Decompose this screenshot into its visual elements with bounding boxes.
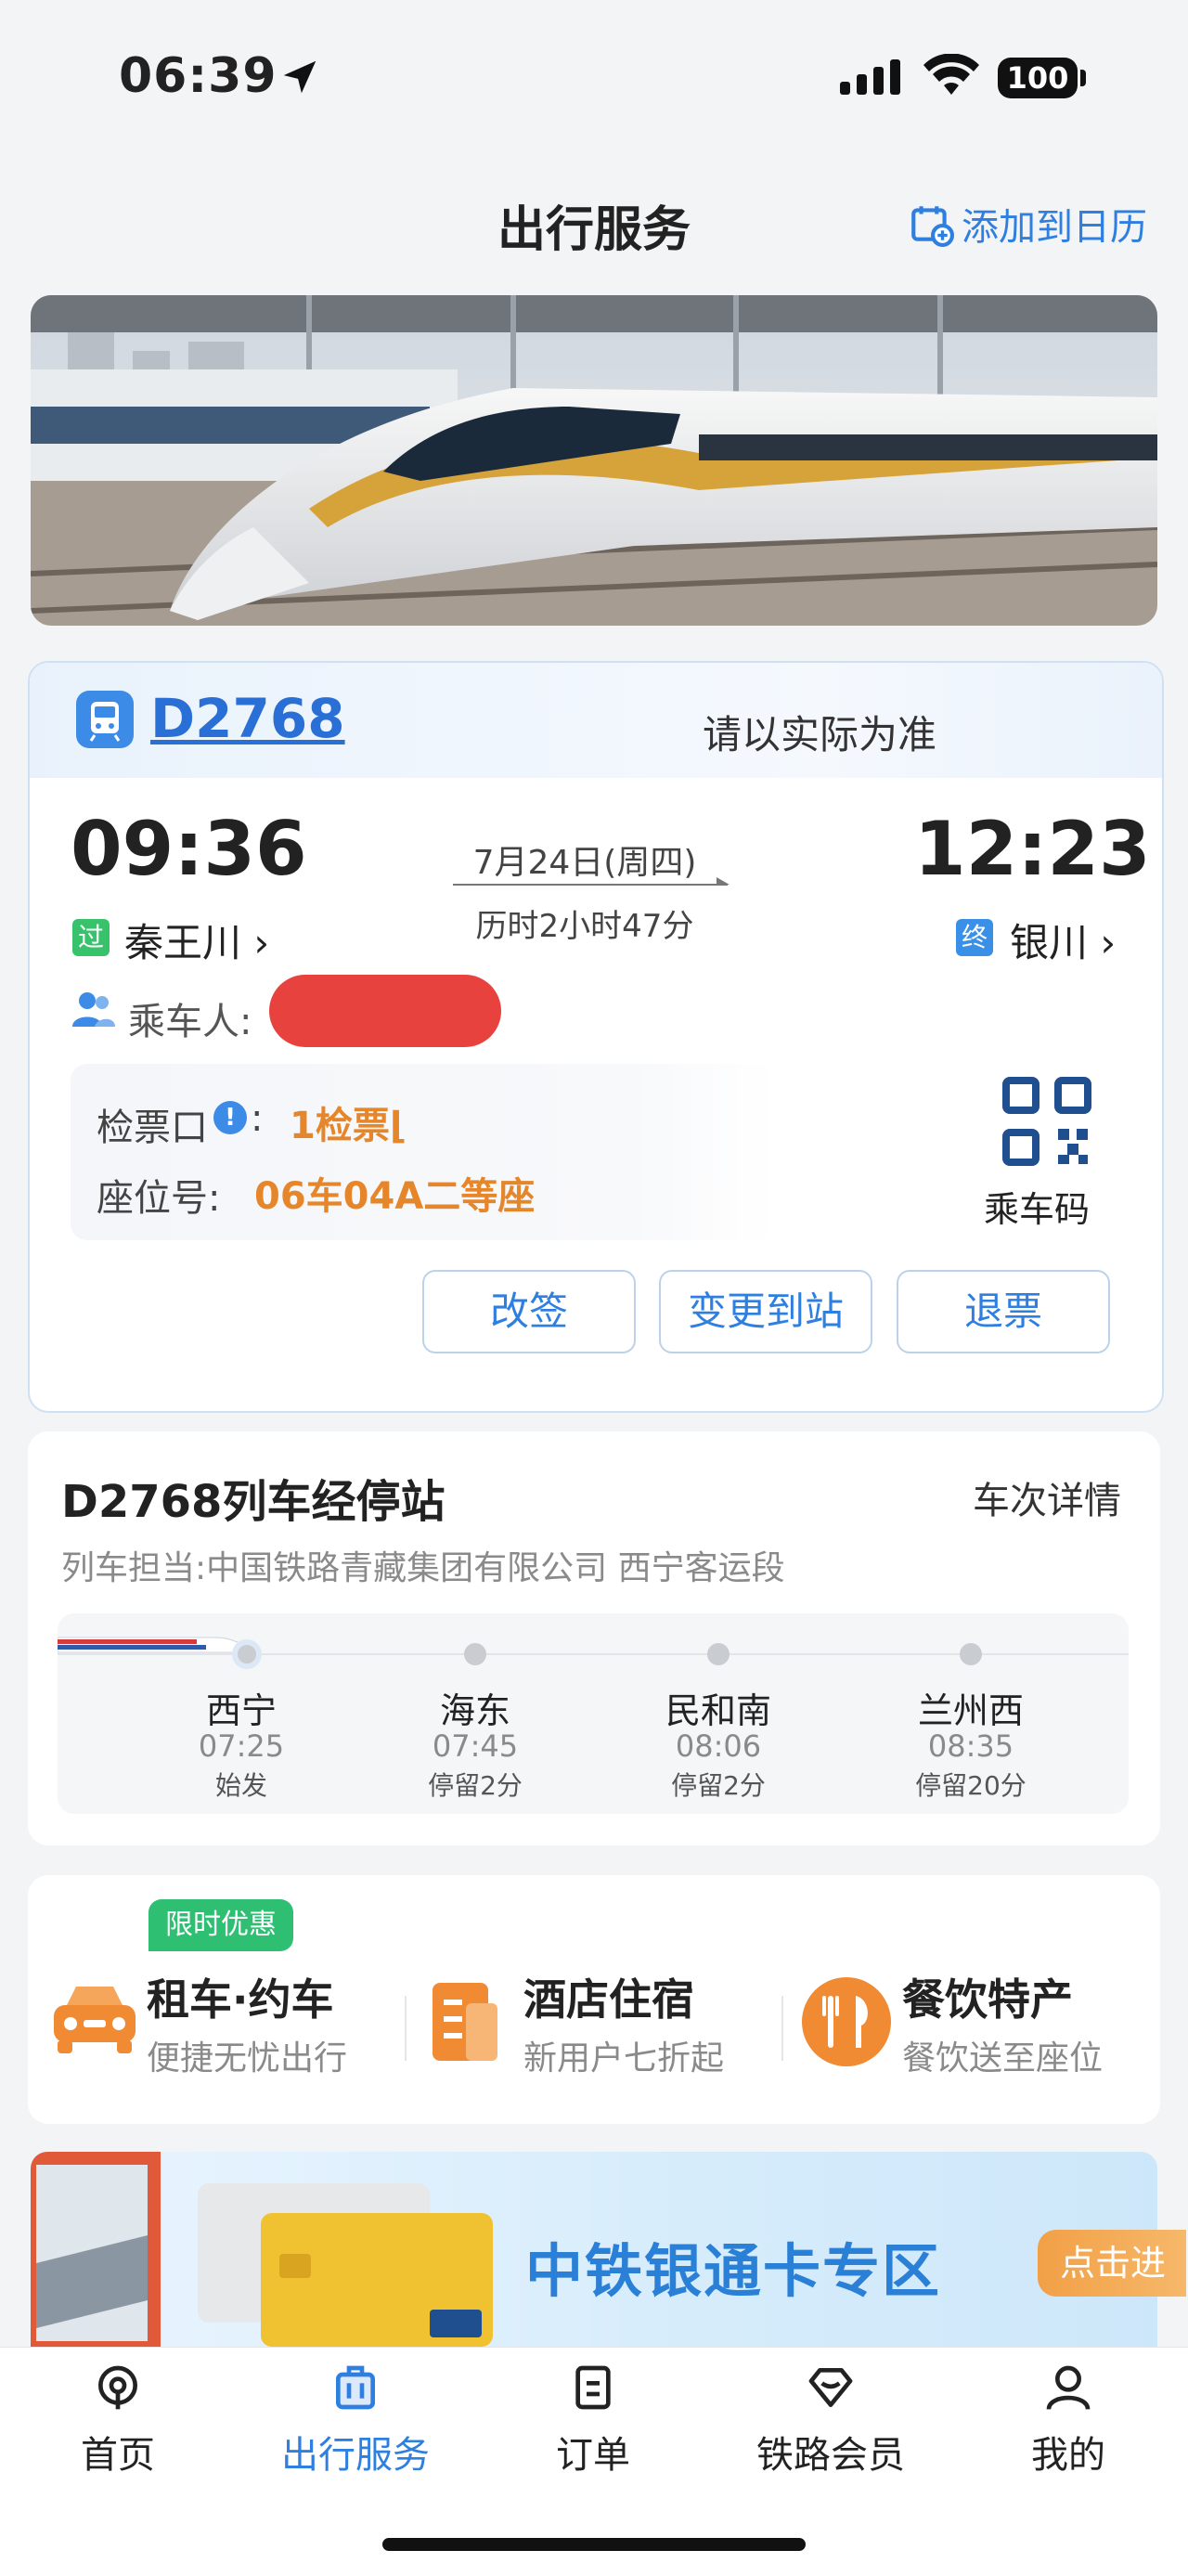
stop-note: 始发 xyxy=(214,1770,267,1801)
car-icon xyxy=(54,1987,136,2053)
stop-time: 07:45 xyxy=(432,1728,519,1764)
calendar-icon xyxy=(911,206,954,247)
train-progress-icon xyxy=(58,1637,249,1653)
promo-badge: 限时优惠 xyxy=(148,1899,293,1951)
nav-home[interactable]: 首页 xyxy=(25,2362,211,2479)
nav-profile[interactable]: 我的 xyxy=(975,2362,1161,2479)
add-to-calendar-button[interactable]: 添加到日历 xyxy=(908,197,1147,251)
nav-label: 首页 xyxy=(81,2434,155,2477)
dining-icon xyxy=(802,1977,891,2066)
travel-duration: 历时2小时47分 xyxy=(475,908,694,945)
nav-label: 出行服务 xyxy=(281,2434,430,2477)
railway-card-ad[interactable]: 中铁银通卡专区 xyxy=(31,2152,1157,2347)
departure-time: 09:36 xyxy=(71,806,307,892)
journey-arrow xyxy=(453,884,728,886)
ad-illustration xyxy=(31,2152,493,2347)
nav-orders[interactable]: 订单 xyxy=(500,2362,686,2479)
journey-arrow-head xyxy=(717,877,730,885)
ad-click-button[interactable]: 点击进 xyxy=(1038,2230,1186,2297)
passenger-icon xyxy=(72,992,115,1027)
stop-note: 停留2分 xyxy=(671,1770,766,1801)
arrival-station-link[interactable]: 银川 › xyxy=(1010,912,1116,968)
qr-code-icon[interactable] xyxy=(1002,1077,1091,1166)
change-ticket-button[interactable]: 改签 xyxy=(422,1270,636,1353)
ad-title: 中铁银通卡专区 xyxy=(525,2237,942,2305)
service-title[interactable]: 租车·约车 xyxy=(147,1966,333,2027)
car-rental-service[interactable] xyxy=(48,1977,141,2065)
divider xyxy=(405,1996,407,2061)
battery-tip xyxy=(1080,70,1086,86)
order-icon xyxy=(575,2365,611,2410)
stop-name: 西宁 xyxy=(205,1690,277,1731)
refund-button[interactable]: 退票 xyxy=(897,1270,1110,1353)
divider xyxy=(781,1996,783,2061)
seat-label: 座位号: xyxy=(97,1177,221,1220)
location-arrow-icon xyxy=(283,60,316,94)
service-title[interactable]: 酒店住宿 xyxy=(523,1966,694,2027)
train-icon xyxy=(76,691,134,748)
travel-date: 7月24日(周四) xyxy=(472,844,697,882)
service-subtitle: 便捷无忧出行 xyxy=(147,2039,348,2078)
profile-icon xyxy=(1046,2365,1091,2410)
stop-marker xyxy=(707,1643,730,1665)
stop-name: 民和南 xyxy=(665,1690,771,1731)
wifi-icon xyxy=(923,54,979,95)
gate-colon: : xyxy=(251,1097,264,1140)
passenger-label: 乘车人: xyxy=(128,1001,252,1043)
stop-marker-current xyxy=(232,1639,262,1669)
stop-time: 08:35 xyxy=(927,1728,1014,1764)
nav-label: 我的 xyxy=(1031,2434,1105,2477)
stop-time: 08:06 xyxy=(675,1728,762,1764)
home-indicator[interactable] xyxy=(382,2538,806,2551)
stop-note: 停留20分 xyxy=(915,1770,1027,1801)
nav-label: 铁路会员 xyxy=(756,2434,905,2477)
nav-label: 订单 xyxy=(556,2434,630,2477)
stop-marker xyxy=(960,1643,982,1665)
service-title[interactable]: 餐饮特产 xyxy=(902,1966,1073,2027)
status-time: 06:39 xyxy=(119,48,278,104)
status-bar: 06:39 100 xyxy=(0,0,1188,149)
info-icon[interactable]: ! xyxy=(213,1101,247,1134)
calendar-label: 添加到日历 xyxy=(962,206,1147,249)
hotel-icon xyxy=(433,1983,497,2061)
train-operator: 列车担当:中国铁路青藏集团有限公司 西宁客运段 xyxy=(61,1549,785,1587)
seat-value: 06车04A二等座 xyxy=(254,1175,536,1218)
dining-service[interactable] xyxy=(800,1975,893,2072)
departure-station-link[interactable]: 秦王川 › xyxy=(124,912,269,968)
luggage-icon xyxy=(336,2365,375,2410)
nav-member[interactable]: 铁路会员 xyxy=(738,2362,923,2479)
battery-indicator: 100 xyxy=(998,58,1078,98)
train-number-link[interactable]: D2768 xyxy=(150,687,345,750)
passenger-name-redacted xyxy=(269,975,501,1047)
stop-marker xyxy=(464,1643,486,1665)
stop-name: 兰州西 xyxy=(917,1690,1024,1731)
terminal-badge: 终 xyxy=(956,919,993,956)
gate-label: 检票口 xyxy=(97,1107,208,1149)
qr-code-label[interactable]: 乘车码 xyxy=(984,1181,1090,1232)
service-subtitle: 餐饮送至座位 xyxy=(902,2039,1104,2078)
arrival-time: 12:23 xyxy=(914,806,1151,892)
ticket-notice: 请以实际为准 xyxy=(703,712,937,757)
service-subtitle: 新用户七折起 xyxy=(523,2039,725,2078)
stops-title: D2768列车经停站 xyxy=(61,1476,446,1528)
pass-through-badge: 过 xyxy=(72,919,110,956)
home-icon xyxy=(98,2365,137,2410)
train-banner-image xyxy=(31,295,1157,626)
gate-value: 1检票⌊ xyxy=(290,1105,407,1147)
stop-note: 停留2分 xyxy=(428,1770,523,1801)
nav-travel-service[interactable]: 出行服务 xyxy=(263,2362,448,2479)
stop-time: 07:25 xyxy=(198,1728,285,1764)
change-destination-button[interactable]: 变更到站 xyxy=(659,1270,872,1353)
train-details-link[interactable]: 车次详情 xyxy=(973,1470,1121,1524)
member-icon xyxy=(808,2368,853,2407)
stop-name: 海东 xyxy=(439,1690,510,1731)
hotel-service[interactable] xyxy=(429,1975,503,2068)
signal-icon xyxy=(840,59,900,95)
